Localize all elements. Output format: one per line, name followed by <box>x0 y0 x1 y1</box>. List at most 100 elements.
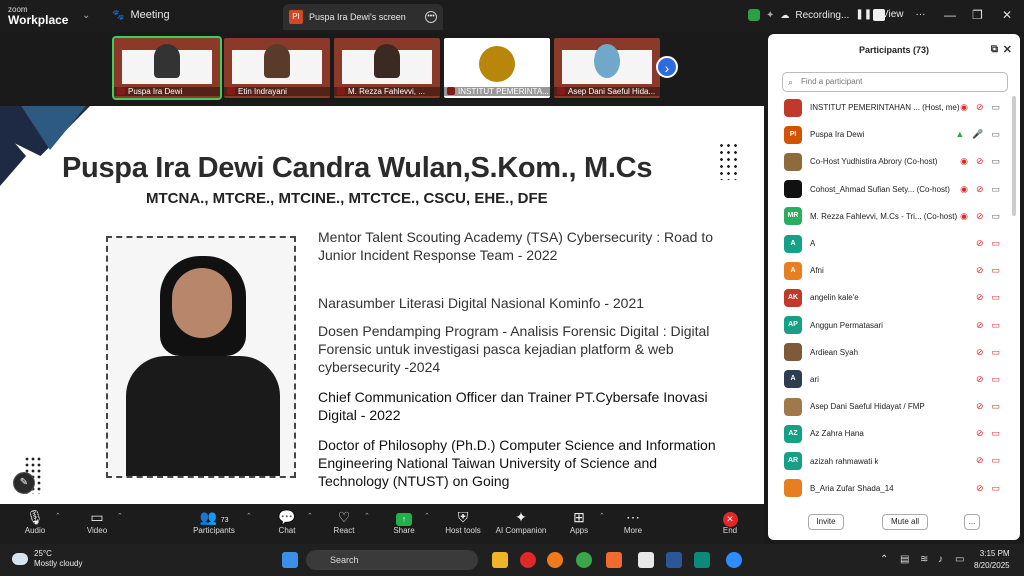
participant-row[interactable]: Asep Dani Saeful Hidayat / FMP ⊘ ▭ <box>768 393 1008 420</box>
invite-button[interactable]: Invite <box>808 514 844 530</box>
mic-off-icon[interactable]: ⊘ <box>976 455 984 466</box>
video-off-icon[interactable]: ▭ <box>991 265 1000 276</box>
thumbnail[interactable]: Asep Dani Saeful Hida... <box>554 38 660 98</box>
word-icon[interactable] <box>666 552 682 568</box>
start-icon[interactable] <box>282 552 298 568</box>
mic-off-icon[interactable]: ⊘ <box>976 156 984 167</box>
weather-widget[interactable]: 25°C Mostly cloudy <box>12 549 82 569</box>
mic-off-icon[interactable]: ⊘ <box>976 428 984 439</box>
video-icon[interactable]: ▭ <box>991 184 1000 195</box>
participant-row[interactable]: MR M. Rezza Fahlevvi, M.Cs - Tri... (Co-h… <box>768 203 1008 230</box>
ellipsis-icon[interactable]: ··· <box>916 9 926 20</box>
participant-row[interactable]: INSTITUT PEMERINTAHAN ... (Host, me) ◉ ⊘ ▭ <box>768 94 1008 121</box>
chevron-up-icon[interactable]: ⌃ <box>55 512 61 520</box>
minimize-icon[interactable]: — <box>944 8 956 22</box>
video-off-icon[interactable]: ▭ <box>991 455 1000 466</box>
chevron-down-icon[interactable]: ⌄ <box>82 10 90 21</box>
mic-off-icon[interactable]: ⊘ <box>976 292 984 303</box>
chevron-up-icon[interactable]: ⌃ <box>307 512 313 520</box>
participant-row[interactable]: AZ Az Zahra Hana ⊘ ▭ <box>768 420 1008 447</box>
file-explorer-icon[interactable] <box>492 552 508 568</box>
participant-row[interactable]: AR azizah rahmawati k ⊘ ▭ <box>768 447 1008 474</box>
participant-row[interactable]: B_Aria Zufar Shada_14 ⊘ ▭ <box>768 475 1008 502</box>
mic-icon[interactable]: 🎤 <box>972 129 983 140</box>
view-menu[interactable]: View ··· <box>882 9 926 20</box>
video-off-icon[interactable]: ▭ <box>991 374 1000 385</box>
opera-icon[interactable] <box>520 552 536 568</box>
mic-off-icon[interactable]: ⊘ <box>976 347 984 358</box>
participant-row[interactable]: Aari ⊘ ▭ <box>768 366 1008 393</box>
video-off-icon[interactable]: ▭ <box>991 401 1000 412</box>
close-icon[interactable]: ✕ <box>1002 8 1012 22</box>
clock[interactable]: 3:15 PM 8/20/2025 <box>974 548 1010 572</box>
chevron-up-icon[interactable]: ⌃ <box>364 512 370 520</box>
participant-row[interactable]: AK angelin kale'e ⊘ ▭ <box>768 284 1008 311</box>
react-button[interactable]: ♡ React ⌃ <box>314 508 374 535</box>
participant-row[interactable]: Co-Host Yudhistira Abrory (Co-host) ◉ ⊘ ▭ <box>768 148 1008 175</box>
participant-row[interactable]: A Afni ⊘ ▭ <box>768 257 1008 284</box>
volume-icon[interactable]: ♪ <box>938 554 943 565</box>
notes-icon[interactable] <box>638 552 654 568</box>
video-icon[interactable]: ▭ <box>991 156 1000 167</box>
next-thumbnails-button[interactable]: › <box>656 56 678 78</box>
mute-all-button[interactable]: Mute all <box>882 514 928 530</box>
participant-row[interactable]: AP Anggun Permatasari ⊘ ▭ <box>768 312 1008 339</box>
mic-off-icon[interactable]: ⊘ <box>976 238 984 249</box>
participants-button[interactable]: 👥 73 Participants ⌃ <box>184 508 252 535</box>
participant-row[interactable]: PI Puspa Ira Dewi ▲ 🎤 ▭ <box>768 121 1008 148</box>
thumbnail[interactable]: INSTITUT PEMERINTA... <box>444 38 550 98</box>
more-icon[interactable]: ••• <box>425 11 437 23</box>
popout-icon[interactable]: ⧉ <box>991 34 998 66</box>
meeting-menu[interactable]: 🐾 Meeting <box>112 9 170 21</box>
video-off-icon[interactable]: ▭ <box>991 238 1000 249</box>
brave-icon[interactable] <box>606 552 622 568</box>
network-icon[interactable]: ▤ <box>900 554 909 565</box>
mic-off-icon[interactable]: ⊘ <box>976 265 984 276</box>
participant-row[interactable]: Cohost_Ahmad Sufian Sety... (Co-host) ◉ ⊘ ▭ <box>768 176 1008 203</box>
mic-off-icon[interactable]: ⊘ <box>976 374 984 385</box>
video-off-icon[interactable]: ▭ <box>991 320 1000 331</box>
firefox-icon[interactable] <box>547 552 563 568</box>
sparkle-icon[interactable]: ✦ <box>766 10 774 21</box>
mic-off-icon[interactable]: ⊘ <box>976 483 984 494</box>
video-off-icon[interactable]: ▭ <box>991 292 1000 303</box>
chevron-up-icon[interactable]: ⌃ <box>880 554 888 565</box>
more-button[interactable]: ⋯ More <box>603 508 663 535</box>
chat-button[interactable]: 💬 Chat ⌃ <box>257 508 317 535</box>
video-off-icon[interactable]: ▭ <box>991 428 1000 439</box>
audio-button[interactable]: 🎙 Audio ⌃ <box>5 508 65 535</box>
video-icon[interactable]: ▭ <box>991 129 1000 140</box>
video-off-icon[interactable]: ▭ <box>991 483 1000 494</box>
thumbnail[interactable]: Puspa Ira Dewi <box>112 36 222 100</box>
wifi-icon[interactable]: ≋ <box>920 554 928 565</box>
scrollbar[interactable] <box>1012 96 1016 216</box>
apps-button[interactable]: ⊞ Apps ⌃ <box>549 508 609 535</box>
thumbnail[interactable]: Etin Indrayani <box>224 38 330 98</box>
participant-row[interactable]: A A ⊘ ▭ <box>768 230 1008 257</box>
participant-row[interactable]: Ardiean Syah ⊘ ▭ <box>768 339 1008 366</box>
shield-icon[interactable] <box>748 9 760 21</box>
mic-off-icon[interactable]: ⊘ <box>976 211 984 222</box>
video-icon[interactable]: ▭ <box>991 211 1000 222</box>
mic-off-icon[interactable]: ⊘ <box>976 184 984 195</box>
thumbnail[interactable]: M. Rezza Fahlevvi, ... <box>334 38 440 98</box>
mic-off-icon[interactable]: ⊘ <box>976 102 984 113</box>
video-icon[interactable]: ▭ <box>991 102 1000 113</box>
chevron-up-icon[interactable]: ⌃ <box>117 512 123 520</box>
mic-off-icon[interactable]: ⊘ <box>976 320 984 331</box>
annotate-pen-button[interactable]: ✎ <box>13 472 35 494</box>
participant-search-input[interactable]: ⌕ Find a participant <box>782 72 1008 92</box>
more-options-button[interactable]: ... <box>964 514 980 530</box>
battery-icon[interactable]: ▭ <box>955 554 964 565</box>
ai-companion-button[interactable]: ✦ AI Companion <box>491 508 551 535</box>
zoom-icon[interactable] <box>726 552 742 568</box>
host-tools-button[interactable]: ⛨ Host tools <box>433 508 493 535</box>
chrome-icon[interactable] <box>576 552 592 568</box>
close-icon[interactable]: ✕ <box>1003 34 1012 66</box>
restore-icon[interactable]: ❐ <box>972 8 983 22</box>
mic-off-icon[interactable]: ⊘ <box>976 401 984 412</box>
share-button[interactable]: ↑ Share ⌃ <box>374 508 434 535</box>
pause-recording-button[interactable]: ❚❚ <box>855 9 872 21</box>
video-button[interactable]: ▭ Video ⌃ <box>67 508 127 535</box>
app-icon[interactable] <box>694 552 710 568</box>
